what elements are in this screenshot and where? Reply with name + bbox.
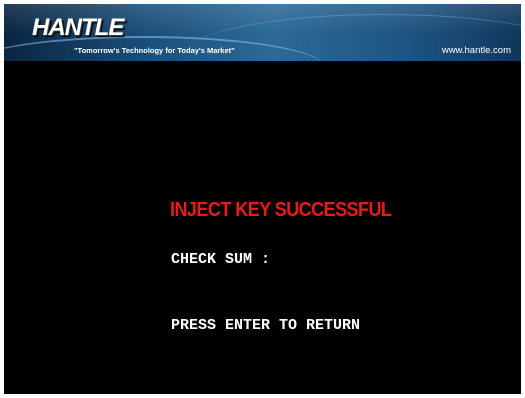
- hantle-logo: HANTLE: [32, 14, 124, 42]
- status-title: INJECT KEY SUCCESSFUL: [170, 199, 392, 221]
- checksum-label: CHECK SUM :: [171, 251, 271, 268]
- atm-screen: HANTLE "Tomorrow's Technology for Today'…: [4, 4, 521, 394]
- website-url: www.hantle.com: [441, 45, 511, 56]
- press-enter-instruction: PRESS ENTER TO RETURN: [171, 317, 361, 334]
- tagline: "Tomorrow's Technology for Today's Marke…: [74, 46, 235, 55]
- logo-text: HANTLE: [32, 14, 124, 41]
- header-banner: HANTLE "Tomorrow's Technology for Today'…: [4, 4, 521, 61]
